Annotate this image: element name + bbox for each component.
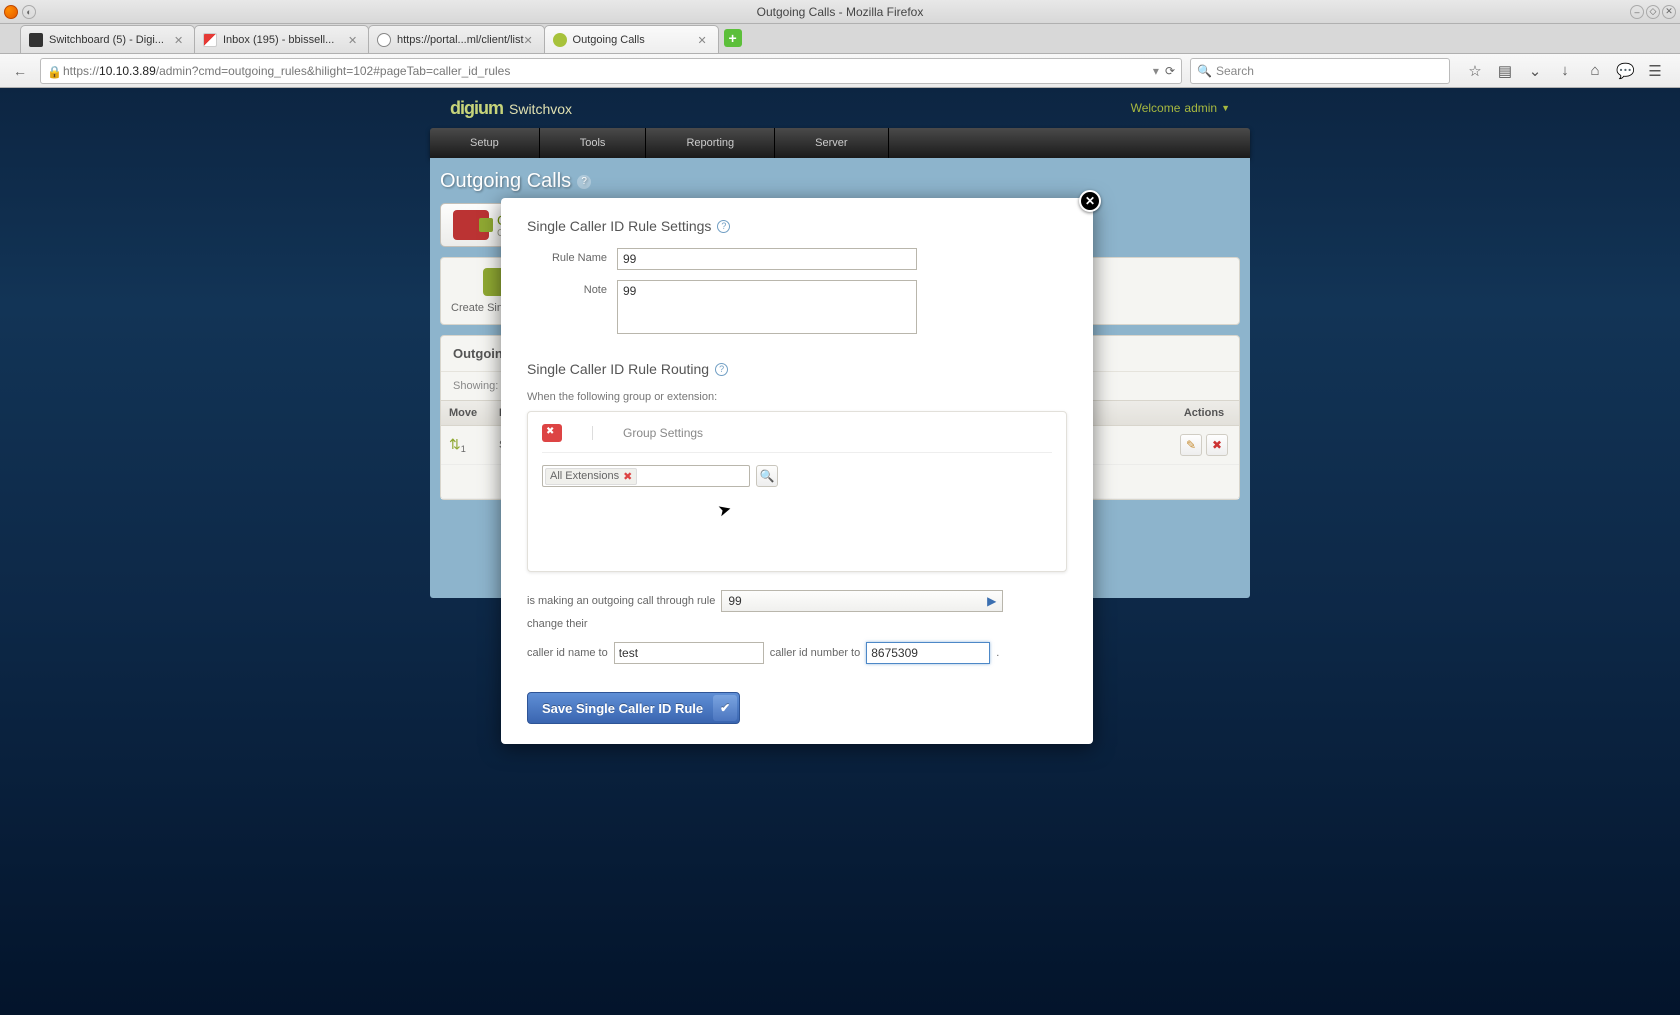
app-header: digium Switchvox Welcome admin ▼ <box>430 88 1250 128</box>
play-icon: ▶ <box>987 594 996 608</box>
close-icon[interactable]: ✕ <box>348 34 360 46</box>
search-placeholder: Search <box>1216 64 1254 78</box>
menu-reporting[interactable]: Reporting <box>646 128 775 158</box>
help-icon[interactable]: ? <box>715 363 728 376</box>
rule-name-input[interactable] <box>617 248 917 270</box>
brand-company: digium <box>450 98 503 119</box>
search-bar[interactable]: 🔍 Search <box>1190 58 1450 84</box>
reload-icon[interactable]: ⟳ <box>1165 64 1175 78</box>
caller-id-rule-modal: ✕ Single Caller ID Rule Settings ? Rule … <box>501 198 1093 744</box>
welcome-user: admin <box>1184 101 1217 115</box>
reader-icon[interactable]: ▤ <box>1496 62 1514 80</box>
section-routing-title: Single Caller ID Rule Routing ? <box>527 361 1067 377</box>
favicon-icon <box>553 33 567 47</box>
remove-tag-icon[interactable]: ✖ <box>623 470 632 483</box>
pocket-icon[interactable]: ⌄ <box>1526 62 1544 80</box>
chevron-down-icon: ▼ <box>1221 103 1230 113</box>
col-actions: Actions <box>1169 401 1239 426</box>
back-button[interactable]: ← <box>8 59 32 83</box>
routing-sentence: is making an outgoing call through rule … <box>527 590 1067 630</box>
note-textarea[interactable]: 99 <box>617 280 917 334</box>
phone-arrow-icon <box>453 210 489 240</box>
favicon-icon <box>377 33 391 47</box>
browser-navbar: ← 🔒 https://10.10.3.89/admin?cmd=outgoin… <box>0 54 1680 88</box>
welcome-menu[interactable]: Welcome admin ▼ <box>1131 101 1230 115</box>
routing-sentence-2: caller id name to caller id number to . <box>527 642 1067 664</box>
tab-label: https://portal...ml/client/list <box>397 34 524 46</box>
delete-button[interactable]: ✖ <box>1206 434 1228 456</box>
extension-tag-input[interactable]: All Extensions ✖ <box>542 465 750 487</box>
welcome-prefix: Welcome <box>1131 101 1181 115</box>
rule-name-label: Rule Name <box>527 248 617 270</box>
favicon-icon <box>203 33 217 47</box>
caller-id-name-input[interactable] <box>614 642 764 664</box>
help-icon[interactable]: ? <box>717 220 730 233</box>
tab-label: Outgoing Calls <box>573 34 698 46</box>
save-rule-button[interactable]: Save Single Caller ID Rule <box>527 692 740 724</box>
note-label: Note <box>527 280 617 337</box>
new-tab-button[interactable]: + <box>724 29 742 47</box>
minimize-icon[interactable]: – <box>1630 5 1644 19</box>
firefox-icon <box>4 5 18 19</box>
tag-all-extensions: All Extensions ✖ <box>545 468 637 485</box>
group-settings-box: Group Settings All Extensions ✖ 🔍 <box>527 411 1067 572</box>
tab-portal[interactable]: https://portal...ml/client/list ✕ <box>368 25 545 53</box>
dropdown-icon[interactable]: ▾ <box>1153 64 1159 78</box>
col-move: Move <box>441 401 491 426</box>
window-titlebar: ◐ Outgoing Calls - Mozilla Firefox – ◇ ✕ <box>0 0 1680 24</box>
tab-switchboard[interactable]: Switchboard (5) - Digi... ✕ <box>20 25 195 53</box>
bookmark-star-icon[interactable]: ☆ <box>1466 62 1484 80</box>
menu-tools[interactable]: Tools <box>540 128 647 158</box>
tab-label: Inbox (195) - bbissell... <box>223 34 348 46</box>
menu-setup[interactable]: Setup <box>430 128 540 158</box>
modal-close-button[interactable]: ✕ <box>1079 190 1101 212</box>
close-icon[interactable]: ✕ <box>698 34 710 46</box>
move-arrows-icon[interactable]: ⇅ <box>449 436 461 452</box>
caller-id-number-input[interactable] <box>866 642 990 664</box>
search-extension-button[interactable]: 🔍 <box>756 465 778 487</box>
rule-select[interactable]: 99 ▶ <box>721 590 1003 612</box>
brand-logo: digium Switchvox <box>450 98 572 119</box>
tab-inbox[interactable]: Inbox (195) - bbissell... ✕ <box>194 25 369 53</box>
browser-tabbar: Switchboard (5) - Digi... ✕ Inbox (195) … <box>0 24 1680 54</box>
edit-button[interactable]: ✎ <box>1180 434 1202 456</box>
downloads-icon[interactable]: ↓ <box>1556 62 1574 80</box>
menu-server[interactable]: Server <box>775 128 888 158</box>
help-icon[interactable]: ? <box>577 175 591 189</box>
chat-icon[interactable]: 💬 <box>1616 62 1634 80</box>
lock-icon: 🔒 <box>47 65 59 77</box>
page-title: Outgoing Calls ? <box>440 170 1240 193</box>
remove-group-button[interactable] <box>542 424 562 442</box>
url-bar[interactable]: 🔒 https://10.10.3.89/admin?cmd=outgoing_… <box>40 58 1182 84</box>
url-text: https://10.10.3.89/admin?cmd=outgoing_ru… <box>63 64 1147 78</box>
app-menu-icon[interactable]: ◐ <box>22 5 36 19</box>
toolbar-icons: ☆ ▤ ⌄ ↓ ⌂ 💬 ☰ <box>1458 62 1672 80</box>
close-icon[interactable]: ✕ <box>174 34 186 46</box>
tab-outgoing-calls[interactable]: Outgoing Calls ✕ <box>544 25 719 53</box>
search-icon: 🔍 <box>1197 64 1212 78</box>
app-menu: Setup Tools Reporting Server <box>430 128 1250 158</box>
favicon-icon <box>29 33 43 47</box>
window-title: Outgoing Calls - Mozilla Firefox <box>757 5 924 19</box>
home-icon[interactable]: ⌂ <box>1586 62 1604 80</box>
group-settings-title: Group Settings <box>592 426 703 440</box>
brand-product: Switchvox <box>509 101 572 117</box>
section-settings-title: Single Caller ID Rule Settings ? <box>527 218 1067 234</box>
maximize-icon[interactable]: ◇ <box>1646 5 1660 19</box>
tab-label: Switchboard (5) - Digi... <box>49 34 174 46</box>
close-window-icon[interactable]: ✕ <box>1662 5 1676 19</box>
menu-icon[interactable]: ☰ <box>1646 62 1664 80</box>
close-icon[interactable]: ✕ <box>524 34 536 46</box>
when-text: When the following group or extension: <box>527 391 1067 403</box>
